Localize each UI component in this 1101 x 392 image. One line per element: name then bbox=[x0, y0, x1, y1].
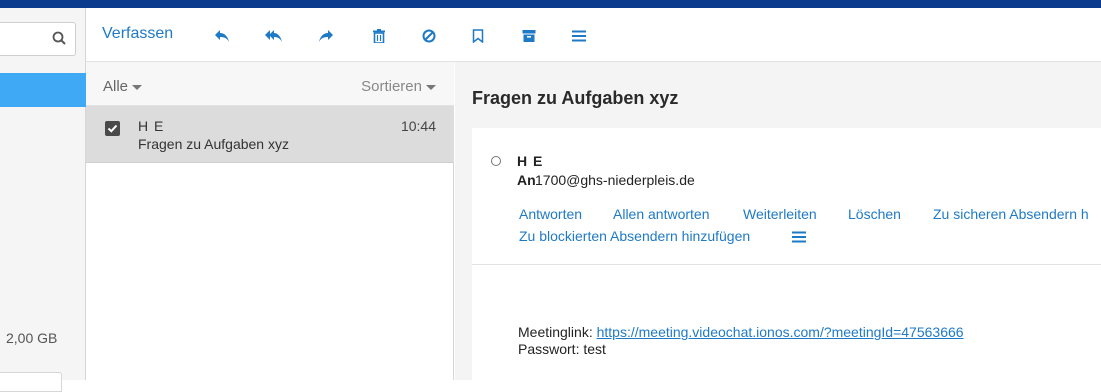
recipient-label: An bbox=[517, 172, 536, 188]
reply-all-button[interactable]: Allen antworten bbox=[613, 206, 710, 222]
search-input[interactable] bbox=[0, 22, 76, 56]
menu-icon[interactable] bbox=[569, 26, 589, 46]
message-subject: Fragen zu Aufgaben xyz bbox=[138, 136, 289, 152]
sidebar-item-inbox[interactable] bbox=[0, 73, 86, 107]
sort-dropdown[interactable]: Sortieren bbox=[361, 78, 436, 95]
archive-icon[interactable] bbox=[519, 26, 539, 46]
forward-icon[interactable] bbox=[316, 26, 336, 46]
body-password-line: Passwort: test bbox=[518, 341, 606, 357]
body-meeting-line: Meetinglink: https://meeting.videochat.i… bbox=[518, 324, 964, 340]
reply-icon[interactable] bbox=[212, 26, 232, 46]
message-sender: H E bbox=[138, 118, 165, 134]
filter-label: Alle bbox=[103, 78, 129, 95]
check-icon bbox=[107, 124, 118, 133]
message-time: 10:44 bbox=[400, 118, 436, 134]
more-menu-icon[interactable] bbox=[792, 230, 806, 243]
chevron-down-icon bbox=[426, 84, 436, 90]
sidebar: 2,00 GB bbox=[0, 8, 86, 392]
reply-all-icon[interactable] bbox=[264, 26, 284, 46]
toolbar: Verfassen bbox=[86, 8, 1101, 62]
block-icon[interactable] bbox=[419, 26, 439, 46]
sender-radio[interactable] bbox=[491, 156, 501, 166]
sort-label: Sortieren bbox=[361, 78, 422, 95]
trash-icon[interactable] bbox=[369, 26, 389, 46]
message-list: Alle Sortieren H E Fragen zu Aufgaben xy… bbox=[86, 62, 454, 380]
reading-header: Fragen zu Aufgaben xyz bbox=[455, 62, 1101, 126]
delete-button[interactable]: Löschen bbox=[848, 206, 901, 222]
reply-button[interactable]: Antworten bbox=[519, 206, 582, 222]
add-blocked-sender-button[interactable]: Zu blockierten Absendern hinzufügen bbox=[519, 228, 750, 244]
sender-name: H E bbox=[517, 153, 544, 169]
meeting-link[interactable]: https://meeting.videochat.ionos.com/?mee… bbox=[597, 324, 964, 340]
divider bbox=[472, 264, 1101, 265]
forward-button[interactable]: Weiterleiten bbox=[743, 206, 817, 222]
compose-button[interactable]: Verfassen bbox=[102, 25, 173, 43]
filter-dropdown[interactable]: Alle bbox=[103, 78, 143, 95]
recipient-address: 1700@ghs-niederpleis.de bbox=[535, 172, 695, 188]
storage-usage: 2,00 GB bbox=[6, 330, 58, 346]
reading-pane: Fragen zu Aufgaben xyz H E An 1700@ghs-n… bbox=[455, 62, 1101, 380]
email-card: H E An 1700@ghs-niederpleis.de Antworten… bbox=[472, 128, 1101, 380]
list-item[interactable]: H E Fragen zu Aufgaben xyz 10:44 bbox=[86, 106, 454, 163]
list-header: Alle Sortieren bbox=[86, 62, 454, 106]
bookmark-icon[interactable] bbox=[468, 26, 488, 46]
sidebar-bottom-button[interactable] bbox=[0, 372, 62, 392]
meeting-label: Meetinglink: bbox=[518, 324, 593, 340]
top-brand-bar bbox=[0, 0, 1101, 8]
email-subject: Fragen zu Aufgaben xyz bbox=[472, 88, 679, 108]
message-checkbox[interactable] bbox=[105, 121, 120, 136]
chevron-down-icon bbox=[132, 84, 143, 90]
add-safe-sender-button[interactable]: Zu sicheren Absendern h bbox=[933, 206, 1089, 222]
search-icon[interactable] bbox=[52, 31, 66, 48]
